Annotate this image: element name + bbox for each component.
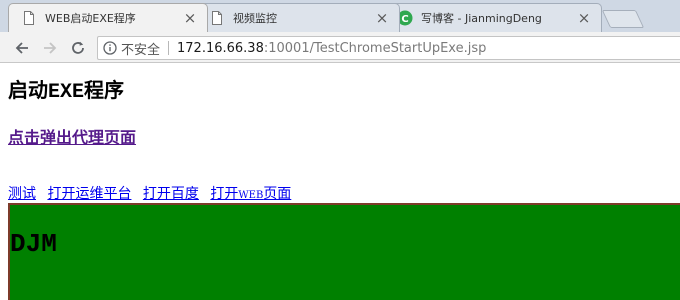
popup-proxy-link[interactable]: 点击弹出代理页面 [8,124,136,148]
web-link-caps: WEB [238,190,264,201]
page-title-suffix: 程序 [84,78,125,102]
security-status[interactable]: 不安全 [121,39,160,58]
page-title-exe: EXE [48,81,85,104]
close-icon[interactable]: × [181,10,199,26]
tab-title: 写博客 - JianmingDeng [421,12,542,25]
info-icon[interactable] [103,41,117,55]
links-row: 测试 打开运维平台 打开百度 打开WEB页面 [8,183,298,203]
toolbar: 不安全 172.16.66.38 :10001/TestChromeStartU… [0,32,680,63]
svg-text:C: C [401,14,408,25]
back-arrow-icon [15,42,28,54]
baidu-link[interactable]: 打开百度 [143,186,199,202]
web-page-link[interactable]: 打开WEB页面 [210,186,291,202]
reload-button[interactable] [68,38,88,58]
url-host: 172.16.66.38 [177,40,264,56]
url-path: :10001/TestChromeStartUpExe.jsp [263,40,487,56]
test-link[interactable]: 测试 [8,186,36,202]
web-link-prefix: 打开 [210,186,239,202]
forward-button[interactable] [40,38,60,58]
reload-icon [72,41,84,54]
block-text: DJM [10,229,57,259]
green-block: DJM [8,203,680,300]
tab-web-start-exe[interactable]: WEB启动EXE程序 × [8,3,208,32]
tab-title: WEB启动EXE程序 [45,12,136,25]
close-icon[interactable]: × [575,10,593,26]
page-icon [24,11,34,25]
tab-title: 视频监控 [233,12,277,25]
page-title-prefix: 启动 [8,78,48,102]
address-separator [168,41,170,55]
address-bar[interactable]: 不安全 172.16.66.38 :10001/TestChromeStartU… [97,36,680,60]
back-button[interactable] [12,38,32,58]
forward-arrow-icon [44,42,57,54]
web-link-suffix: 页面 [263,186,292,202]
page-icon [212,11,222,25]
close-icon[interactable]: × [373,10,391,26]
tab-blog[interactable]: C 写博客 - JianmingDeng × [384,3,602,32]
page-content: 启动EXE程序 点击弹出代理页面 测试 打开运维平台 打开百度 打开WEB页面 … [0,64,680,300]
tab-strip: C 写博客 - JianmingDeng × 视频监控 × WEB启动EXE程序… [0,0,680,32]
ops-platform-link[interactable]: 打开运维平台 [47,186,131,202]
new-tab-button[interactable] [601,10,645,28]
tab-video-monitor[interactable]: 视频监控 × [196,3,400,32]
page-title: 启动EXE程序 [8,74,124,104]
